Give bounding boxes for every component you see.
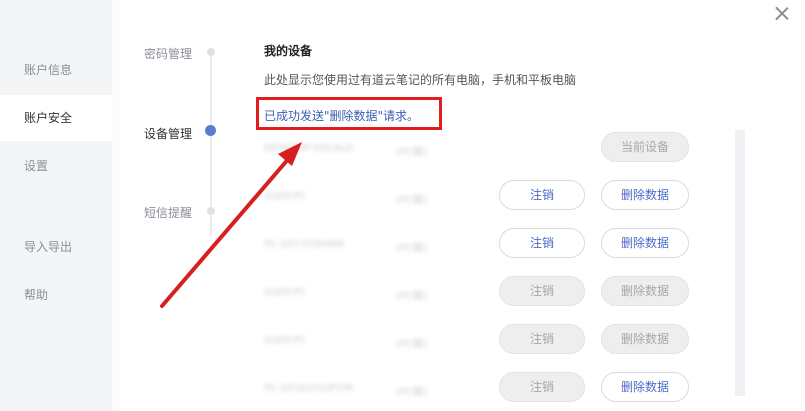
annotation-arrow-icon <box>160 142 302 308</box>
